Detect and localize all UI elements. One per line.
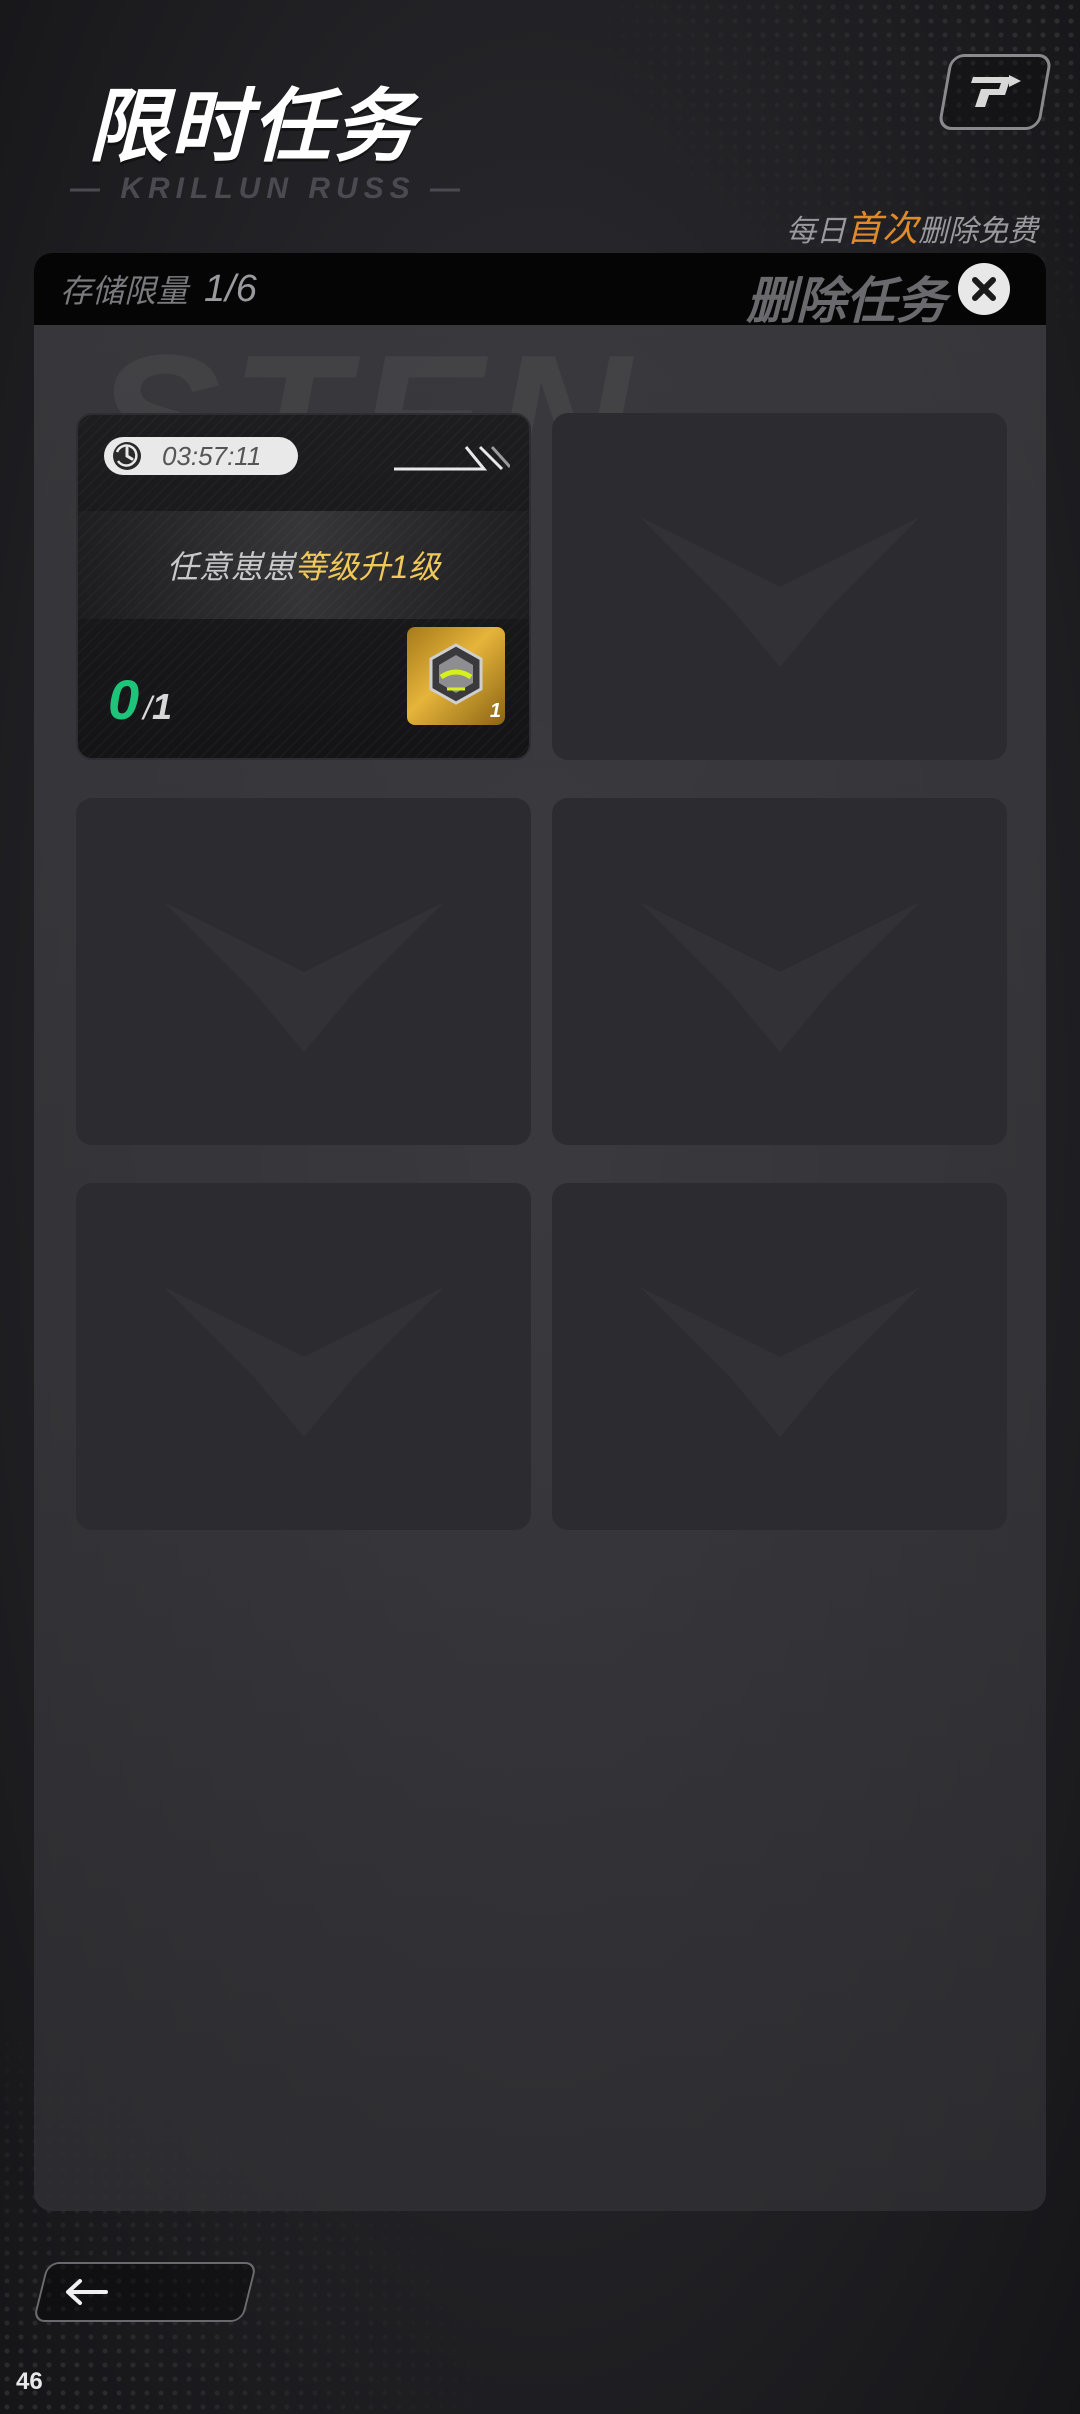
page-title: 限时任务 [88,82,416,171]
reward-item[interactable]: 1 [407,627,505,725]
task-description: 任意崽崽 等级升1级 [78,511,529,619]
empty-slot-emblem [154,1267,454,1447]
title-decoration: — KRILLUN RUSS — [70,172,466,205]
empty-slot-emblem [630,1267,930,1447]
empty-slot-emblem [630,882,930,1062]
empty-task-slot[interactable] [76,798,531,1145]
swap-button[interactable] [937,54,1053,130]
delete-task-button[interactable] [958,263,1010,315]
empty-task-slot[interactable] [552,413,1007,760]
close-icon [972,277,996,301]
storage-label: 存储限量 [60,273,189,309]
task-timer: 03:57:11 [162,440,262,471]
back-arrow-icon [66,2279,108,2305]
task-panel: STEN 存储限量 1/6 删除任务 03:57:11 任意崽崽等级升1级 [34,253,1046,2211]
corner-number: 46 [16,2368,43,2395]
back-button[interactable] [32,2262,258,2322]
free-delete-note: 每日首次删除免费 [785,208,1038,249]
empty-task-slot[interactable] [552,1183,1007,1530]
empty-slot-emblem [154,882,454,1062]
task-progress: 0/1 [108,668,173,731]
panel-header: 存储限量 1/6 删除任务 [34,253,1046,329]
empty-task-slot[interactable] [552,798,1007,1145]
history-clock-icon [113,442,141,470]
delete-task-label[interactable]: 删除任务 [746,261,946,333]
stripe-decoration [394,445,510,471]
empty-slot-emblem [630,497,930,677]
timer-pill: 03:57:11 [104,437,298,475]
empty-task-slot[interactable] [76,1183,531,1530]
task-card[interactable]: 03:57:11 任意崽崽 等级升1级 0/1 1 [76,413,531,760]
storage-value: 1/6 [204,267,257,310]
swap-arrow-icon [971,75,1021,107]
reward-count: 1 [489,700,501,722]
